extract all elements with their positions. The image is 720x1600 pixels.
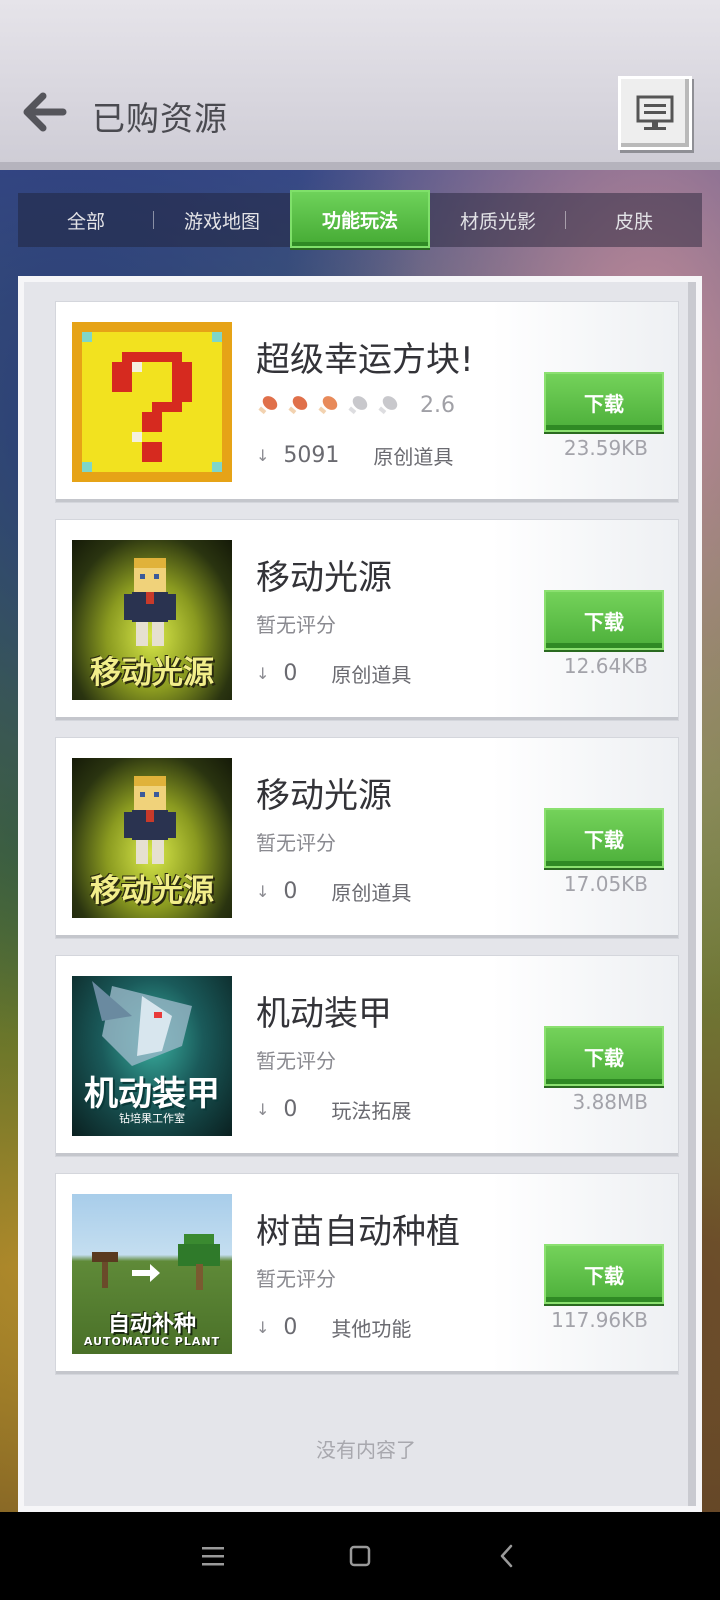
page-title: 已购资源 bbox=[92, 99, 228, 138]
tab-game-maps[interactable]: 游戏地图 bbox=[154, 193, 290, 247]
lucky-block-thumbnail bbox=[72, 322, 232, 482]
thumbnail-subcaption: AUTOMATUC PLANT bbox=[83, 1335, 221, 1348]
stats-row: ↓ 0 原创道具 bbox=[256, 658, 411, 688]
rating-value: 暂无评分 bbox=[256, 612, 336, 637]
file-size: 23.59KB bbox=[563, 436, 648, 460]
resource-card[interactable]: 自动补种 AUTOMATUC PLANT 树苗自动种植 暂无评分 ↓ 0 其他功… bbox=[56, 1174, 678, 1374]
moving-light-thumbnail: 移动光源 bbox=[72, 540, 232, 700]
download-count: 0 bbox=[283, 660, 298, 686]
menu-lines-icon bbox=[202, 1547, 225, 1566]
thumbnail-caption: 移动光源 bbox=[90, 873, 214, 909]
thumbnail-subcaption: 钻培果工作室 bbox=[119, 1112, 185, 1125]
rating-value: 2.6 bbox=[420, 392, 455, 418]
file-size: 3.88MB bbox=[572, 1090, 648, 1114]
resource-category: 原创道具 bbox=[373, 444, 454, 469]
file-size: 117.96KB bbox=[551, 1308, 648, 1332]
end-of-list-text: 没有内容了 bbox=[316, 1438, 416, 1462]
mech-armor-thumbnail: 机动装甲 钻培果工作室 bbox=[72, 976, 232, 1136]
tab-textures-shaders[interactable]: 材质光影 bbox=[430, 193, 566, 247]
resource-title: 移动光源 bbox=[256, 776, 392, 816]
resource-category: 玩法拓展 bbox=[331, 1098, 412, 1123]
download-button[interactable]: 下载 bbox=[544, 590, 664, 650]
tab-function-play[interactable]: 功能玩法 bbox=[290, 190, 430, 248]
resource-category: 其他功能 bbox=[331, 1316, 412, 1341]
menu-button[interactable] bbox=[618, 76, 692, 150]
download-button[interactable]: 下载 bbox=[544, 372, 664, 432]
rating-value: 暂无评分 bbox=[256, 1048, 336, 1073]
sapling-planting-thumbnail: 自动补种 AUTOMATUC PLANT bbox=[72, 1194, 232, 1354]
resource-title: 超级幸运方块! bbox=[256, 340, 474, 380]
resource-card[interactable]: 机动装甲 钻培果工作室 机动装甲 暂无评分 ↓ 0 玩法拓展 下载 3.88MB bbox=[56, 956, 678, 1156]
tab-skins[interactable]: 皮肤 bbox=[566, 193, 702, 247]
download-button[interactable]: 下载 bbox=[544, 808, 664, 868]
resource-list-panel: 超级幸运方块! 2.6 ↓ 5091 原创道具 下载 23.59KB 移动光源 … bbox=[18, 276, 702, 1512]
resource-card[interactable]: 移动光源 移动光源 暂无评分 ↓ 0 原创道具 下载 17.05KB bbox=[56, 738, 678, 938]
list-icon bbox=[636, 95, 674, 130]
nav-menu-button[interactable] bbox=[183, 1526, 243, 1586]
resource-card[interactable]: 超级幸运方块! 2.6 ↓ 5091 原创道具 下载 23.59KB bbox=[56, 302, 678, 502]
chevron-left-icon bbox=[500, 1544, 512, 1568]
category-tabs: 全部 游戏地图 功能玩法 材质光影 皮肤 bbox=[18, 190, 702, 248]
resource-card[interactable]: 移动光源 移动光源 暂无评分 ↓ 0 原创道具 下载 12.64KB bbox=[56, 520, 678, 720]
resource-title: 移动光源 bbox=[256, 558, 392, 598]
nav-home-button[interactable] bbox=[330, 1526, 390, 1586]
download-arrow-icon: ↓ bbox=[256, 1317, 270, 1337]
resource-category: 原创道具 bbox=[331, 662, 412, 687]
download-arrow-icon: ↓ bbox=[256, 1099, 270, 1119]
download-count: 0 bbox=[283, 1314, 298, 1340]
rating-row: 2.6 bbox=[256, 390, 455, 420]
nav-back-button[interactable] bbox=[477, 1526, 537, 1586]
thumbnail-caption: 机动装甲 bbox=[84, 1074, 220, 1114]
thumbnail-caption: 移动光源 bbox=[90, 655, 214, 691]
home-square-icon bbox=[349, 1545, 371, 1567]
download-arrow-icon: ↓ bbox=[256, 445, 270, 465]
moving-light-thumbnail: 移动光源 bbox=[72, 758, 232, 918]
rating-row: 暂无评分 bbox=[256, 826, 336, 856]
file-size: 17.05KB bbox=[563, 872, 648, 896]
stats-row: ↓ 0 其他功能 bbox=[256, 1312, 411, 1342]
resource-category: 原创道具 bbox=[331, 880, 412, 905]
thumbnail-caption: 自动补种 bbox=[107, 1312, 196, 1337]
download-button[interactable]: 下载 bbox=[544, 1026, 664, 1086]
download-count: 5091 bbox=[283, 442, 340, 468]
file-size: 12.64KB bbox=[563, 654, 648, 678]
rating-row: 暂无评分 bbox=[256, 608, 336, 638]
tab-all[interactable]: 全部 bbox=[18, 193, 154, 247]
stats-row: ↓ 5091 原创道具 bbox=[256, 440, 453, 470]
download-count: 0 bbox=[283, 878, 298, 904]
drumstick-rating-icon bbox=[256, 393, 400, 417]
download-arrow-icon: ↓ bbox=[256, 881, 270, 901]
rating-value: 暂无评分 bbox=[256, 830, 336, 855]
download-button[interactable]: 下载 bbox=[544, 1244, 664, 1304]
system-navigation-bar bbox=[0, 1512, 720, 1600]
stats-row: ↓ 0 原创道具 bbox=[256, 876, 411, 906]
resource-title: 机动装甲 bbox=[256, 994, 392, 1034]
back-arrow-icon bbox=[23, 92, 67, 132]
back-button[interactable] bbox=[20, 90, 68, 134]
download-count: 0 bbox=[283, 1096, 298, 1122]
rating-value: 暂无评分 bbox=[256, 1266, 336, 1291]
resource-title: 树苗自动种植 bbox=[256, 1212, 460, 1252]
download-arrow-icon: ↓ bbox=[256, 663, 270, 683]
top-bar: 已购资源 bbox=[0, 0, 720, 170]
rating-row: 暂无评分 bbox=[256, 1262, 336, 1292]
rating-row: 暂无评分 bbox=[256, 1044, 336, 1074]
stats-row: ↓ 0 玩法拓展 bbox=[256, 1094, 411, 1124]
